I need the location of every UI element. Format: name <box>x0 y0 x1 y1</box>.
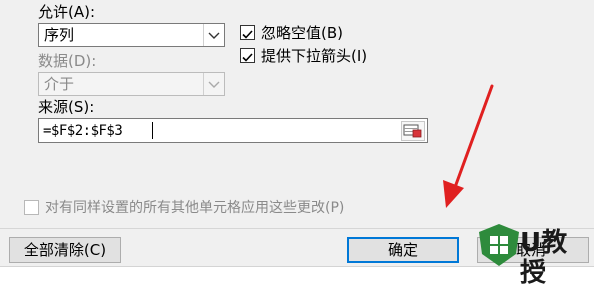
ignore-blank-checkbox[interactable] <box>240 25 255 40</box>
allow-combobox[interactable]: 序列 <box>38 23 225 47</box>
apply-all-label: 对有同样设置的所有其他单元格应用这些更改(P) <box>45 200 345 216</box>
allow-label: 允许(A): <box>38 3 96 21</box>
chevron-down-icon[interactable] <box>203 24 224 46</box>
clear-all-button[interactable]: 全部清除(C) <box>9 237 121 263</box>
text-caret <box>152 122 153 139</box>
range-select-button[interactable] <box>401 121 425 141</box>
ignore-blank-label[interactable]: 忽略空值(B) <box>261 24 343 42</box>
watermark-text: U教授 <box>520 228 568 288</box>
apply-all-checkbox <box>24 200 39 215</box>
range-select-icon <box>403 124 422 138</box>
source-input[interactable]: =$F$2:$F$3 <box>38 118 428 143</box>
data-combobox: 介于 <box>38 72 225 96</box>
data-label: 数据(D): <box>38 52 97 70</box>
dropdown-arrow-label[interactable]: 提供下拉箭头(I) <box>261 47 367 65</box>
logo-shield-icon <box>479 224 519 266</box>
watermark-logo: U教授 <box>476 218 588 288</box>
ok-button[interactable]: 确定 <box>347 237 459 263</box>
data-value: 介于 <box>44 75 75 93</box>
checkmark-icon <box>242 53 253 62</box>
source-label: 来源(S): <box>38 98 95 116</box>
checkmark-icon <box>242 30 253 39</box>
allow-value: 序列 <box>44 26 75 44</box>
chevron-down-icon <box>203 73 224 95</box>
red-arrow-annotation <box>443 84 494 208</box>
dropdown-arrow-checkbox[interactable] <box>240 48 255 63</box>
source-value: =$F$2:$F$3 <box>43 123 123 139</box>
